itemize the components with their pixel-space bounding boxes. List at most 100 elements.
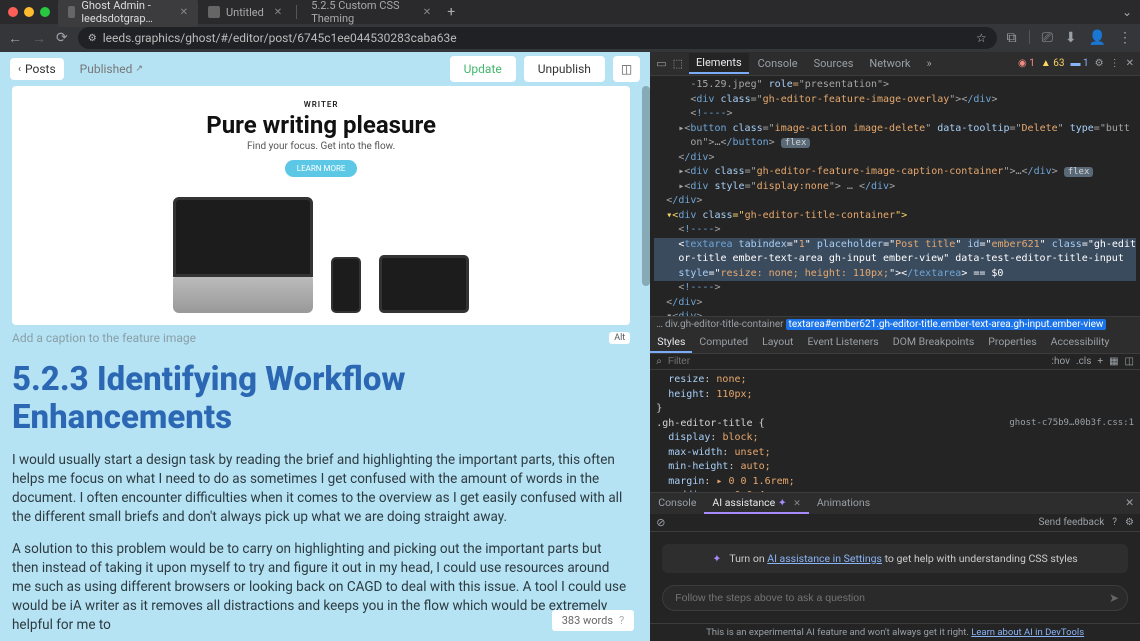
sub-tab-listeners[interactable]: Event Listeners xyxy=(800,332,885,353)
filter-input[interactable] xyxy=(668,356,1046,367)
sidebar-toggle-button[interactable]: ◫ xyxy=(613,56,640,82)
bookmark-icon[interactable]: ☆ xyxy=(976,31,987,45)
footer-link[interactable]: Learn about AI in DevTools xyxy=(971,627,1084,638)
dom-line[interactable]: <!----> xyxy=(654,281,1136,296)
dom-line[interactable]: ▸<div class="gh-editor-feature-image-cap… xyxy=(654,165,1136,180)
dom-line[interactable]: </div> xyxy=(654,151,1136,166)
style-line[interactable]: resize: none; xyxy=(656,373,1134,388)
url-bar[interactable]: ⚙ leeds.graphics/ghost/#/editor/post/674… xyxy=(78,27,997,49)
dom-line[interactable]: <!----> xyxy=(654,107,1136,122)
cls-toggle[interactable]: .cls xyxy=(1076,356,1091,367)
send-feedback-link[interactable]: Send feedback xyxy=(1038,517,1104,528)
info-count[interactable]: ▬ 1 xyxy=(1071,58,1089,69)
dom-line[interactable]: style="resize: none; height: 110px;"></t… xyxy=(654,267,1136,282)
help-icon[interactable]: ? xyxy=(619,614,624,627)
dom-breadcrumb[interactable]: … div.gh-editor-title-container textarea… xyxy=(650,316,1140,332)
breadcrumb-item[interactable]: … xyxy=(656,319,663,330)
sub-tab-props[interactable]: Properties xyxy=(981,332,1043,353)
post-paragraph[interactable]: A solution to this problem would be to c… xyxy=(12,540,630,634)
post-paragraph[interactable]: I would usually start a design task by r… xyxy=(12,451,630,527)
style-line[interactable]: display: block; xyxy=(656,431,1134,446)
send-icon[interactable]: ➤ xyxy=(1109,591,1119,605)
browser-tab-0[interactable]: Ghost Admin - leedsdotgrap… ✕ xyxy=(58,0,198,27)
breadcrumb-item[interactable]: div.gh-editor-title-container xyxy=(665,319,784,330)
reload-button[interactable]: ⟳ xyxy=(56,30,68,46)
error-count[interactable]: ◉ 1 xyxy=(1018,58,1035,69)
dom-line[interactable]: -15.29.jpeg" role="presentation"> xyxy=(654,78,1136,93)
back-to-posts-button[interactable]: ‹ Posts xyxy=(10,58,64,80)
chevron-down-icon[interactable]: ⌄ xyxy=(1122,5,1132,19)
styles-pane[interactable]: resize: none; height: 110px;}.gh-editor-… xyxy=(650,370,1140,492)
settings-icon[interactable]: ⚙ xyxy=(1125,517,1134,528)
tab-console[interactable]: Console xyxy=(751,54,805,73)
warning-count[interactable]: ▲ 63 xyxy=(1041,58,1065,69)
style-line[interactable]: max-width: unset; xyxy=(656,446,1134,461)
profile-icon[interactable]: 👤 xyxy=(1089,30,1106,46)
dom-line[interactable]: <!----> xyxy=(654,223,1136,238)
close-tab-icon[interactable]: ✕ xyxy=(180,7,188,18)
dom-line[interactable]: <div class="gh-editor-feature-image-over… xyxy=(654,93,1136,108)
close-devtools-icon[interactable]: ✕ xyxy=(1126,58,1134,69)
layout-icon[interactable]: ▦ xyxy=(1109,356,1118,367)
style-line[interactable]: } xyxy=(656,402,1134,417)
dom-tree[interactable]: -15.29.jpeg" role="presentation"> <div c… xyxy=(650,76,1140,316)
caption-input[interactable]: Add a caption to the feature image xyxy=(12,331,609,345)
feature-image[interactable]: WRITER Pure writing pleasure Find your f… xyxy=(12,86,630,325)
settings-icon[interactable]: ⚙ xyxy=(1095,58,1104,69)
dom-line[interactable]: on">…</button> flex xyxy=(654,136,1136,151)
dom-line[interactable]: or-title ember-text-area gh-input ember-… xyxy=(654,252,1136,267)
ai-settings-link[interactable]: AI assistance in Settings xyxy=(767,552,882,565)
back-button[interactable]: ← xyxy=(8,30,22,47)
close-tab-icon[interactable]: ✕ xyxy=(423,7,431,18)
collapse-drawer-icon[interactable]: ✕ xyxy=(1119,493,1140,514)
style-line[interactable]: margin: ▸ 0 0 1.6rem; xyxy=(656,475,1134,490)
drawer-tab-console[interactable]: Console xyxy=(650,493,704,514)
ai-input[interactable] xyxy=(671,590,1109,606)
overflow-menu-icon[interactable]: ⋮ xyxy=(1118,30,1132,46)
layout-icon2[interactable]: ◫ xyxy=(1125,356,1134,367)
update-button[interactable]: Update xyxy=(450,56,516,82)
sub-tab-styles[interactable]: Styles xyxy=(650,332,692,353)
style-line[interactable]: .gh-editor-title {ghost-c75b9…00b3f.css:… xyxy=(656,417,1134,432)
cast-icon[interactable]: ⎚ xyxy=(1042,30,1053,46)
published-status[interactable]: Published ↗ xyxy=(72,58,151,80)
style-line[interactable]: height: 110px; xyxy=(656,388,1134,403)
device-toggle-icon[interactable]: ⬚ xyxy=(673,57,683,70)
overflow-icon[interactable]: ⋮ xyxy=(1110,58,1120,69)
drawer-tab-ai[interactable]: AI assistance ✦ ✕ xyxy=(704,493,808,514)
downloads-icon[interactable]: ⬇ xyxy=(1065,30,1077,46)
dom-line[interactable]: </div> xyxy=(654,296,1136,311)
help-icon[interactable]: ? xyxy=(1112,517,1117,528)
sub-tab-a11y[interactable]: Accessibility xyxy=(1044,332,1117,353)
dom-line[interactable]: ▸<button class="image-action image-delet… xyxy=(654,122,1136,137)
tab-network[interactable]: Network xyxy=(862,54,917,73)
unpublish-button[interactable]: Unpublish xyxy=(524,56,605,82)
alt-button[interactable]: Alt xyxy=(609,332,630,344)
browser-tab-1[interactable]: Untitled ✕ xyxy=(198,4,292,21)
dom-line[interactable]: ▾<div class="gh-editor-title-container"> xyxy=(654,209,1136,224)
new-style-button[interactable]: + xyxy=(1097,356,1103,367)
site-info-icon[interactable]: ⚙ xyxy=(88,33,97,44)
breadcrumb-item-selected[interactable]: textarea#ember621.gh-editor-title.ember-… xyxy=(786,319,1107,330)
dom-line[interactable]: <textarea tabindex="1" placeholder="Post… xyxy=(654,238,1136,253)
hov-toggle[interactable]: :hov xyxy=(1052,356,1070,367)
dom-line[interactable]: ▸<div style="display:none"> … </div> xyxy=(654,180,1136,195)
browser-tab-2[interactable]: 5.2.5 Custom CSS Theming ✕ xyxy=(301,0,441,27)
sub-tab-computed[interactable]: Computed xyxy=(692,332,755,353)
drawer-tab-animations[interactable]: Animations xyxy=(809,493,878,514)
clear-icon[interactable]: ⊘ xyxy=(656,516,665,529)
word-count[interactable]: 383 words ? xyxy=(552,610,635,631)
style-line[interactable]: min-height: auto; xyxy=(656,460,1134,475)
scrollbar[interactable] xyxy=(642,86,650,286)
inspect-icon[interactable]: ▭ xyxy=(656,57,666,70)
close-tab-icon[interactable]: ✕ xyxy=(274,7,282,18)
new-tab-button[interactable]: + xyxy=(447,4,455,20)
dom-line[interactable]: </div> xyxy=(654,194,1136,209)
sub-tab-dombp[interactable]: DOM Breakpoints xyxy=(886,332,982,353)
post-title-input[interactable]: 5.2.3 Identifying Workflow Enhancements xyxy=(12,361,630,437)
tab-elements[interactable]: Elements xyxy=(689,53,749,74)
sub-tab-layout[interactable]: Layout xyxy=(755,332,800,353)
forward-button[interactable]: → xyxy=(32,30,46,47)
tab-sources[interactable]: Sources xyxy=(807,54,861,73)
tab-overflow[interactable]: » xyxy=(920,54,939,73)
